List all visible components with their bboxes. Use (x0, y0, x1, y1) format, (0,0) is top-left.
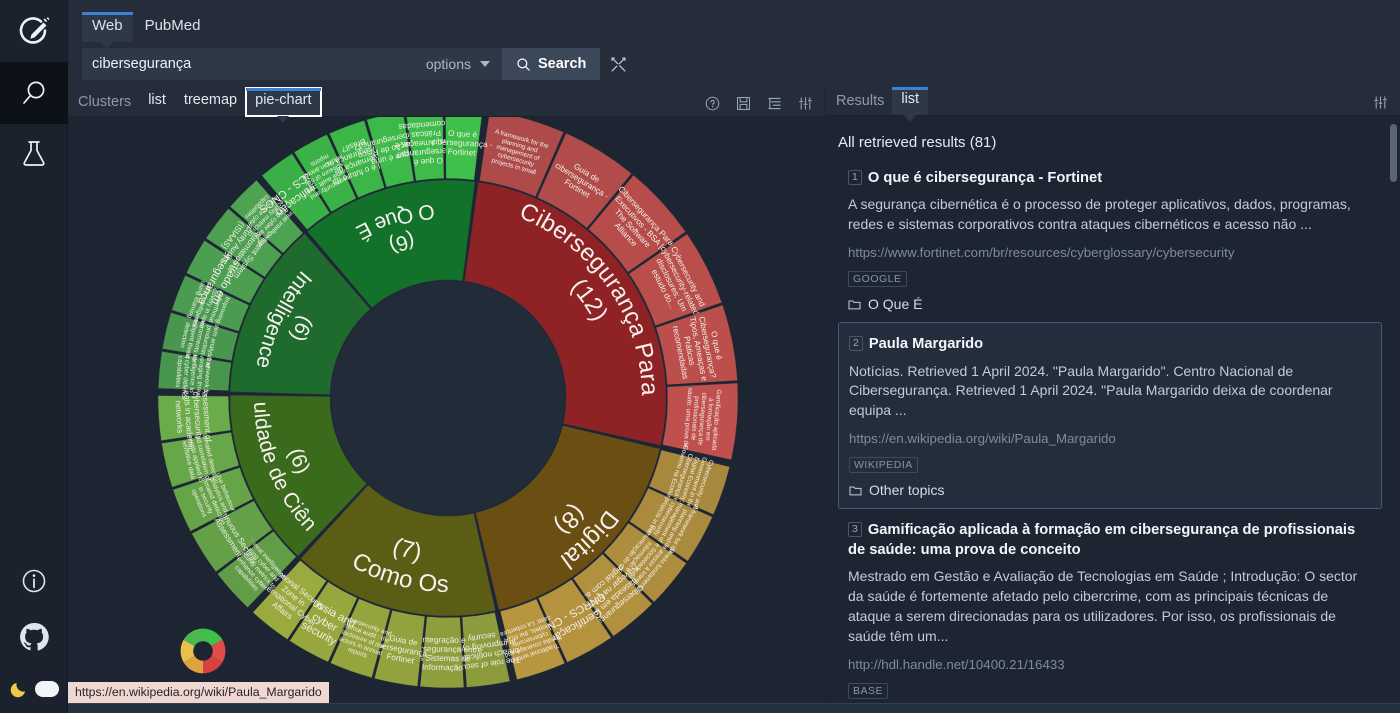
result-number: 1 (848, 170, 862, 185)
results-view-tab-list-label: list (901, 91, 919, 107)
result-title[interactable]: 2 Paula Margarido (849, 335, 1371, 354)
search-options-dropdown[interactable]: options (422, 48, 502, 80)
folder-icon (849, 485, 862, 496)
help-icon[interactable] (705, 96, 720, 111)
results-scrollbar[interactable] (1390, 124, 1397, 182)
clusters-toolbar (705, 96, 825, 116)
settings-sliders-icon[interactable] (1373, 95, 1388, 110)
svg-text:Informação: Informação (422, 663, 464, 673)
result-cluster[interactable]: Other topics (849, 482, 1371, 498)
theme-toggle[interactable] (0, 665, 68, 713)
folder-icon (848, 299, 861, 310)
logo-icon[interactable] (0, 0, 68, 62)
align-icon[interactable] (767, 96, 782, 111)
result-source-badge: GOOGLE (848, 271, 907, 287)
source-tab-pubmed-label: PubMed (145, 17, 201, 34)
result-title-text: Paula Margarido (869, 336, 983, 352)
tools-icon[interactable] (600, 56, 637, 73)
search-button-icon (516, 57, 531, 72)
source-tab-web[interactable]: Web (82, 12, 133, 42)
cluster-view-tab-list-label: list (148, 92, 166, 108)
result-number: 2 (849, 336, 863, 351)
search-button[interactable]: Search (502, 48, 600, 80)
app-root: Web PubMed options (0, 0, 1400, 713)
result-item[interactable]: 3Gamificação aplicada à formação em cibe… (838, 509, 1382, 713)
result-url[interactable]: http://hdl.handle.net/10400.21/16433 (848, 657, 1372, 672)
left-rail (0, 0, 68, 713)
result-url[interactable]: https://www.fortinet.com/br/resources/cy… (848, 245, 1372, 260)
result-cluster-label: O Que É (868, 296, 922, 312)
cluster-view-tab-treemap[interactable]: treemap (175, 88, 246, 116)
result-snippet: A segurança cibernética é o processo de … (848, 195, 1372, 235)
browser-bottom-strip (68, 703, 1400, 713)
source-tab-pubmed[interactable]: PubMed (135, 12, 211, 42)
result-item[interactable]: 2 Paula Margarido Notícias. Retrieved 1 Ap… (838, 322, 1382, 509)
info-icon[interactable] (0, 553, 68, 609)
search-icon[interactable] (0, 62, 68, 124)
main-area: Web PubMed options (68, 0, 1400, 713)
results-count: All retrieved results (81) (838, 116, 1382, 157)
source-tab-web-label: Web (92, 17, 123, 34)
clusters-header: Clusters list treemap pie-chart (68, 86, 825, 117)
result-snippet: Mestrado em Gestão e Avaliação de Tecnol… (848, 567, 1372, 647)
results-header: Results list (826, 86, 1400, 116)
github-icon[interactable] (0, 609, 68, 665)
search-box[interactable]: options (82, 48, 502, 80)
result-snippet: Notícias. Retrieved 1 April 2024. "Paula… (849, 362, 1371, 422)
save-icon[interactable] (736, 96, 751, 111)
result-title[interactable]: 1 O que é cibersegurança - Fortinet (848, 169, 1372, 188)
cluster-view-tab-treemap-label: treemap (184, 92, 237, 108)
result-title[interactable]: 3Gamificação aplicada à formação em cibe… (848, 521, 1372, 560)
search-input[interactable] (92, 56, 422, 72)
result-source-badge: BASE (848, 683, 888, 699)
source-tabs: Web PubMed (68, 0, 1400, 42)
split-row: Clusters list treemap pie-chart (68, 86, 1400, 713)
flask-icon[interactable] (0, 124, 68, 182)
settings-sliders-icon[interactable] (798, 96, 813, 111)
status-url-tooltip: https://en.wikipedia.org/wiki/Paula_Marg… (68, 682, 329, 703)
results-toolbar (1373, 95, 1400, 115)
search-options-label: options (426, 56, 471, 72)
results-container: 1 O que é cibersegurança - Fortinet A segu… (838, 157, 1382, 713)
cluster-view-tab-pie-chart-label: pie-chart (255, 92, 311, 108)
result-number: 3 (848, 522, 862, 537)
clusters-label: Clusters (78, 94, 139, 116)
results-list[interactable]: All retrieved results (81) 1 O que é cibe… (826, 116, 1400, 713)
svg-text:Fortinet: Fortinet (447, 147, 476, 158)
cluster-view-tab-pie-chart[interactable]: pie-chart (246, 88, 320, 116)
result-title-text: O que é cibersegurança - Fortinet (868, 170, 1102, 186)
chevron-down-icon (480, 61, 490, 67)
result-url[interactable]: https://en.wikipedia.org/wiki/Paula_Marg… (849, 431, 1371, 446)
search-button-label: Search (538, 56, 586, 72)
pie-chart-area[interactable]: Cibersegurança Para(12)A framework for t… (68, 117, 825, 713)
cluster-sunburst-chart[interactable]: Cibersegurança Para(12)A framework for t… (68, 117, 825, 713)
clusters-panel: Clusters list treemap pie-chart (68, 86, 825, 713)
result-cluster-label: Other topics (869, 482, 944, 498)
result-title-text: Gamificação aplicada à formação em ciber… (848, 522, 1355, 557)
results-view-tab-list[interactable]: list (892, 87, 928, 115)
result-cluster[interactable]: O Que É (848, 296, 1372, 312)
search-row: options Search (68, 42, 1400, 86)
top-bar: Web PubMed options (68, 0, 1400, 86)
result-item[interactable]: 1 O que é cibersegurança - Fortinet A segu… (838, 157, 1382, 322)
result-source-badge: WIKIPEDIA (849, 457, 918, 473)
results-label: Results (836, 93, 892, 115)
cluster-view-tab-list[interactable]: list (139, 88, 175, 116)
results-panel: Results list A (825, 86, 1400, 713)
